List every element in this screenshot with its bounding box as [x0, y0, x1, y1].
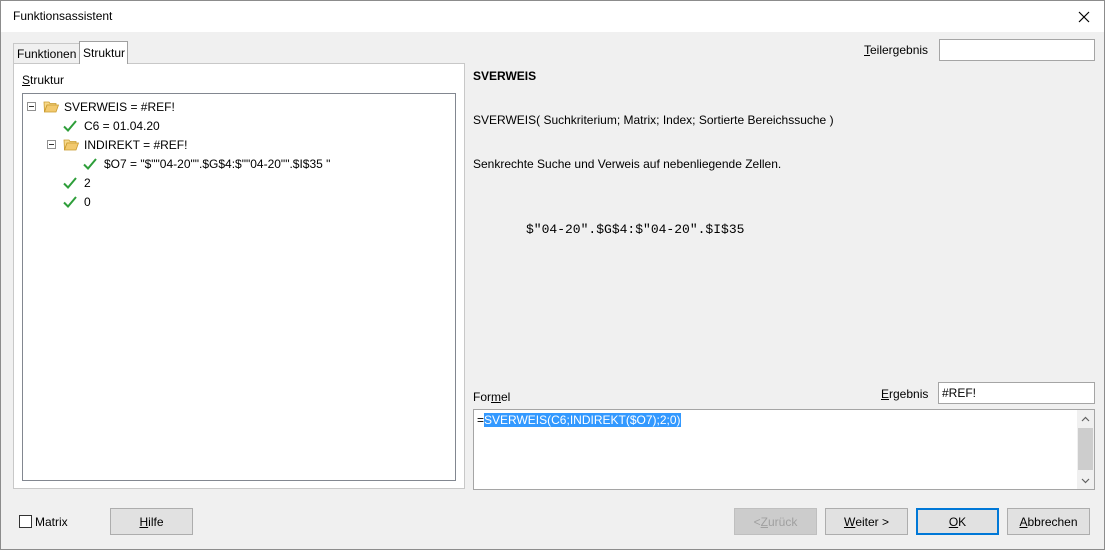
chevron-down-icon — [1081, 478, 1090, 483]
window-title: Funktionsassistent — [13, 9, 113, 23]
ergebnis-label: Ergebnis — [881, 387, 929, 401]
tree-item-label: INDIREKT = #REF! — [84, 137, 188, 152]
tree-item-label: SVERWEIS = #REF! — [64, 99, 175, 114]
ok-button[interactable]: OK — [916, 508, 999, 535]
check-icon — [63, 195, 77, 208]
teilergebnis-label: Teilergebnis — [864, 43, 929, 57]
matrix-label: Matrix — [35, 515, 68, 529]
help-button[interactable]: Hilfe — [110, 508, 193, 535]
scroll-up-button[interactable] — [1077, 410, 1094, 427]
tree-item-o7[interactable]: $O7 = "$""04-20"".$G$4:$""04-20"".$I$35 … — [83, 154, 330, 173]
ergebnis-field[interactable]: #REF! — [938, 382, 1095, 404]
function-name: SVERWEIS — [473, 69, 537, 83]
collapse-icon[interactable] — [47, 140, 56, 149]
check-icon — [63, 119, 77, 132]
tab-funktionen[interactable]: Funktionen — [13, 43, 80, 64]
tree-item-index[interactable]: 2 — [63, 173, 91, 192]
parameter-value: $"04-20".$G$4:$"04-20".$I$35 — [526, 222, 745, 237]
open-folder-icon — [63, 139, 79, 151]
next-button[interactable]: Weiter > — [825, 508, 908, 535]
close-button[interactable] — [1064, 1, 1104, 32]
formula-selection: SVERWEIS(C6;INDIREKT($O7);2;0) — [484, 413, 681, 427]
tree-item-c6[interactable]: C6 = 01.04.20 — [63, 116, 160, 135]
cancel-button[interactable]: Abbrechen — [1007, 508, 1090, 535]
tree-item-sverweis[interactable]: SVERWEIS = #REF! — [27, 97, 175, 116]
scroll-down-button[interactable] — [1077, 472, 1094, 489]
matrix-checkbox[interactable] — [19, 515, 32, 528]
formula-editor[interactable]: =SVERWEIS(C6;INDIREKT($O7);2;0) — [473, 409, 1095, 490]
scroll-thumb[interactable] — [1078, 428, 1093, 470]
tree-item-label: 0 — [84, 194, 91, 209]
function-wizard-dialog: Funktionsassistent Funktionen Struktur S… — [0, 0, 1105, 550]
tree-item-label: C6 = 01.04.20 — [84, 118, 160, 133]
function-description: Senkrechte Suche und Verweis auf nebenli… — [473, 157, 782, 171]
back-button[interactable]: < Zurück — [734, 508, 817, 535]
collapse-icon[interactable] — [27, 102, 36, 111]
check-icon — [63, 176, 77, 189]
open-folder-icon — [43, 101, 59, 113]
title-bar: Funktionsassistent — [1, 1, 1104, 32]
structure-tree[interactable]: SVERWEIS = #REF! C6 = 01.04.20 INDIREKT … — [22, 93, 456, 481]
close-icon — [1078, 11, 1090, 22]
teilergebnis-field[interactable] — [939, 39, 1095, 61]
formula-label: Formel — [473, 390, 511, 404]
tree-item-sort[interactable]: 0 — [63, 192, 91, 211]
vertical-scrollbar[interactable] — [1077, 410, 1094, 489]
tab-struktur[interactable]: Struktur — [79, 41, 128, 64]
structure-label: Struktur — [22, 73, 65, 87]
chevron-up-icon — [1081, 416, 1090, 421]
structure-panel: Struktur SVERWEIS = #REF! C6 = 01.04.20 — [13, 63, 465, 489]
tree-item-label: $O7 = "$""04-20"".$G$4:$""04-20"".$I$35 … — [104, 156, 331, 171]
tree-item-label: 2 — [84, 175, 91, 190]
formula-text[interactable]: =SVERWEIS(C6;INDIREKT($O7);2;0) — [477, 413, 681, 427]
tree-item-indirekt[interactable]: INDIREKT = #REF! — [47, 135, 187, 154]
function-signature: SVERWEIS( Suchkriterium; Matrix; Index; … — [473, 113, 834, 127]
check-icon — [83, 157, 97, 170]
